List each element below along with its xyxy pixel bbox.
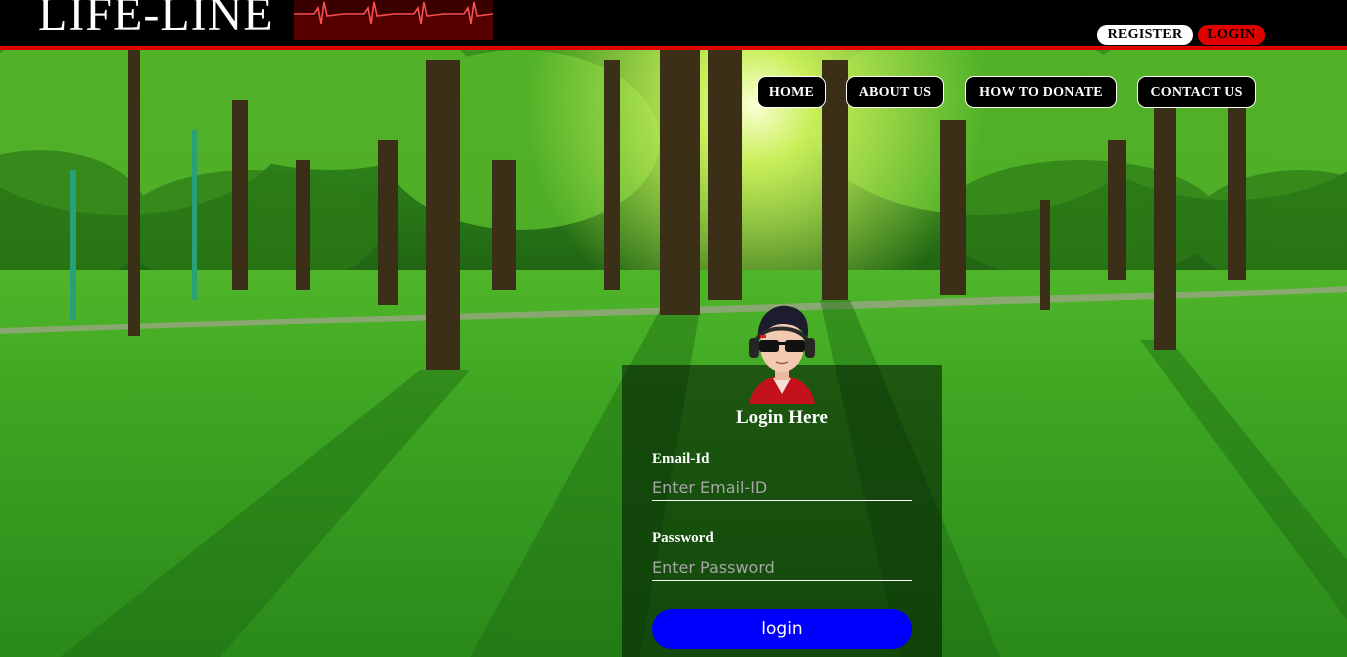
email-input[interactable] (652, 475, 912, 501)
password-label: Password (652, 530, 714, 546)
email-label: Email-Id (652, 451, 710, 467)
user-avatar-icon (749, 305, 815, 404)
password-input[interactable] (652, 555, 912, 581)
nav-contact-us[interactable]: CONTACT US (1137, 76, 1256, 108)
site-logo-title[interactable]: LIFE-LINE (38, 0, 274, 42)
nav-how-to-donate[interactable]: HOW TO DONATE (965, 76, 1117, 108)
login-submit-button[interactable]: login (652, 609, 912, 649)
nav-home[interactable]: HOME (757, 76, 826, 108)
login-card: Login Here Email-Id Password login (622, 365, 942, 657)
login-title: Login Here (735, 407, 828, 428)
register-button[interactable]: REGISTER (1097, 25, 1193, 45)
heartbeat-icon (294, 0, 493, 40)
login-link-button[interactable]: LOGIN (1198, 25, 1265, 45)
nav-about-us[interactable]: ABOUT US (846, 76, 944, 108)
top-header-bar: LIFE-LINE REGISTER LOGIN (0, 0, 1347, 50)
